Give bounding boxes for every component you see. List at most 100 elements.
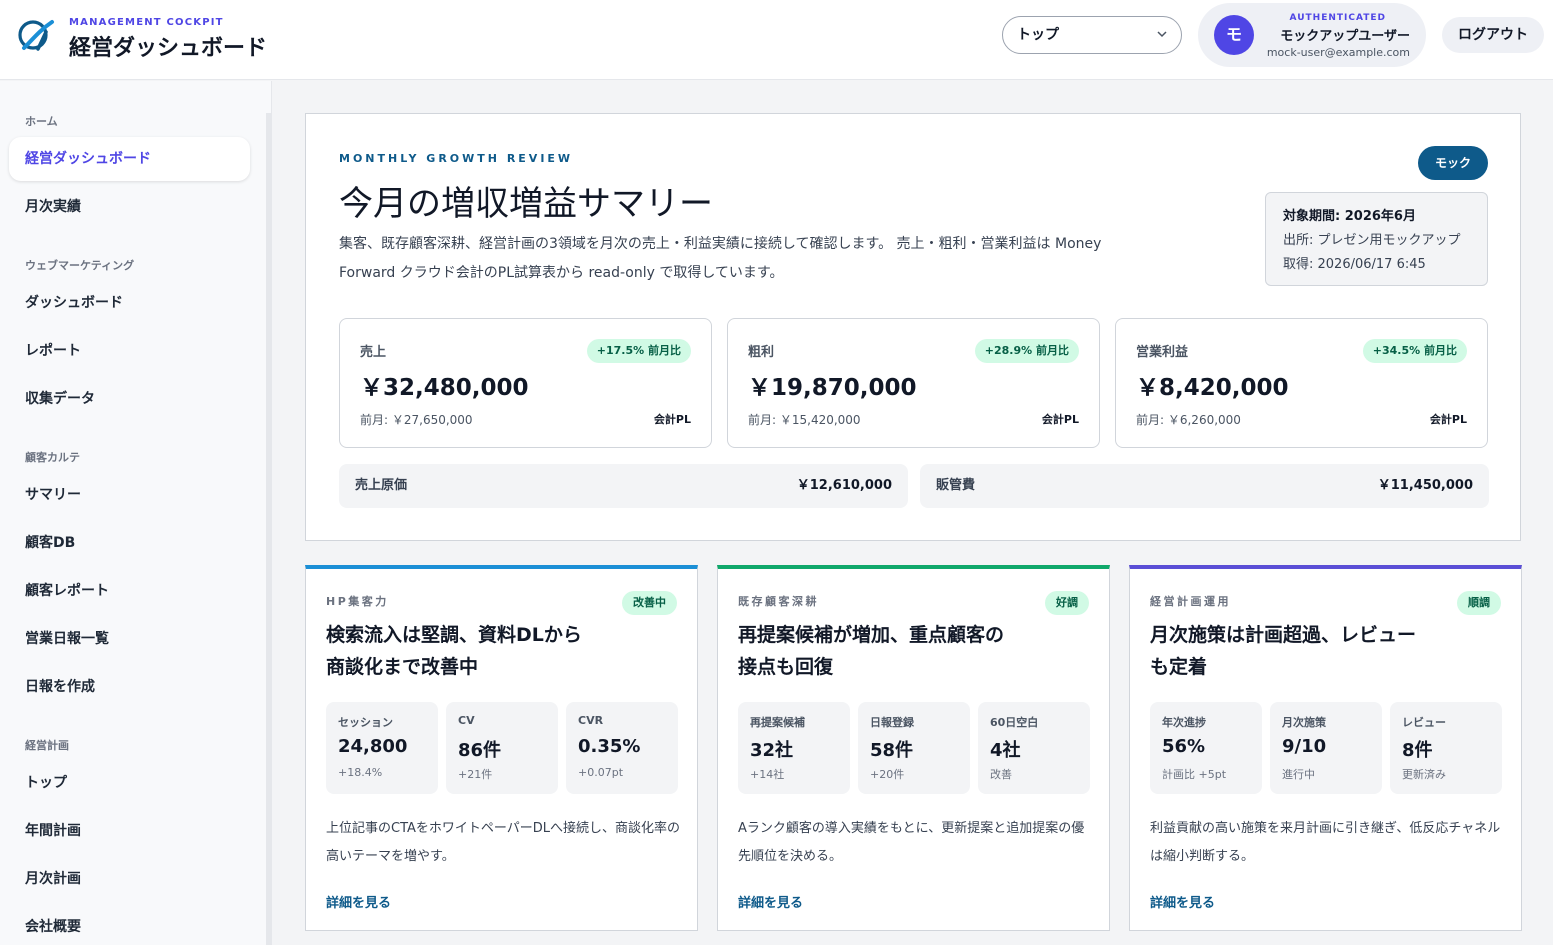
metric-note: 計画比 +5pt (1162, 768, 1227, 781)
page-select[interactable]: トップ (1002, 16, 1182, 54)
metric-label: CVR (578, 714, 604, 727)
metric-label: 再提案候補 (750, 716, 805, 729)
card-title-line: 検索流入は堅調、資料DLから (326, 624, 582, 646)
sidebar-item-dashboard[interactable]: ダッシュボード (9, 281, 250, 325)
sidebar-item-monthly-plan[interactable]: 月次計画 (9, 857, 250, 901)
metric-value: 9/10 (1282, 736, 1327, 757)
sidebar-item-plan-top[interactable]: トップ (9, 761, 250, 805)
card-title: 再提案候補が増加、重点顧客の 接点も回復 (738, 619, 1038, 683)
sidebar: ホーム 経営ダッシュボード 月次実績 ウェブマーケティング ダッシュボード レポ… (0, 81, 272, 945)
card-description: 利益貢献の高い施策を来月計画に引き継ぎ、低反応チャネルは縮小判断する。 (1150, 821, 1501, 864)
period-meta-box: 対象期間: 2026年6月 出所: プレゼン用モックアップ 取得: 2026/0… (1265, 192, 1488, 286)
brand-title: 経営ダッシュボード (69, 35, 268, 61)
kpi-value: ￥8,420,000 (1136, 375, 1289, 401)
page-title: 今月の増収増益サマリー (339, 184, 713, 224)
kpi-label: 営業利益 (1136, 345, 1189, 360)
cost-value: ￥11,450,000 (1377, 478, 1473, 493)
user-profile-card[interactable]: モ AUTHENTICATED モックアップユーザー mock-user@exa… (1198, 3, 1426, 67)
sidebar-item-summary[interactable]: サマリー (9, 473, 250, 517)
details-link[interactable]: 詳細を見る (1150, 892, 1215, 911)
details-link[interactable]: 詳細を見る (326, 892, 391, 911)
fetched-at: 取得: 2026/06/17 6:45 (1283, 257, 1426, 272)
sidebar-item-customer-report[interactable]: 顧客レポート (9, 569, 250, 613)
sidebar-scrollbar[interactable] (266, 113, 271, 945)
sidebar-item-report[interactable]: レポート (9, 329, 250, 373)
sidebar-item-create-daily-report[interactable]: 日報を作成 (9, 665, 250, 709)
auth-status-label: AUTHENTICATED (1289, 13, 1386, 23)
sidebar-item-annual-plan[interactable]: 年間計画 (9, 809, 250, 853)
metric-tile: 再提案候補 32社 +14社 (738, 702, 850, 794)
page-select-value: トップ (1017, 27, 1059, 43)
metric-note: +14社 (750, 768, 785, 781)
sidebar-item-management-dashboard[interactable]: 経営ダッシュボード (9, 137, 250, 181)
metric-value: 32社 (750, 740, 794, 761)
kpi-value: ￥19,870,000 (748, 375, 917, 401)
details-link[interactable]: 詳細を見る (738, 892, 803, 911)
kpi-label: 粗利 (748, 345, 775, 360)
kpi-value: ￥32,480,000 (360, 375, 529, 401)
card-description: 上位記事のCTAをホワイトペーパーDLへ接続し、商談化率の高いテーマを増やす。 (326, 821, 681, 864)
card-description: Aランク顧客の導入実績をもとに、更新提案と追加提案の優先順位を決める。 (738, 821, 1085, 864)
metric-label: 年次進捗 (1162, 716, 1206, 729)
metric-tile: CVR 0.35% +0.07pt (566, 702, 678, 794)
metric-note: +0.07pt (578, 766, 624, 779)
kpi-label: 売上 (360, 345, 387, 360)
brand-subtitle: MANAGEMENT COCKPIT (69, 17, 224, 28)
sidebar-item-company-overview[interactable]: 会社概要 (9, 905, 250, 945)
metric-note: 改善 (990, 768, 1012, 781)
metric-value: 0.35% (578, 736, 641, 757)
sidebar-item-monthly-results[interactable]: 月次実績 (9, 185, 250, 229)
sidebar-item-collected-data[interactable]: 収集データ (9, 377, 250, 421)
sidebar-item-customer-db[interactable]: 顧客DB (9, 521, 250, 565)
kpi-source: 会計PL (1429, 413, 1467, 426)
brand-logo-icon (18, 18, 56, 52)
metric-label: レビュー (1402, 716, 1446, 729)
monthly-summary-panel: MONTHLY GROWTH REVIEW 今月の増収増益サマリー 集客、既存顧… (305, 113, 1521, 541)
kpi-growth-badge: +17.5% 前月比 (586, 339, 691, 363)
sidebar-item-daily-report-list[interactable]: 営業日報一覧 (9, 617, 250, 661)
metric-value: 86件 (458, 740, 502, 761)
kpi-growth-badge: +28.9% 前月比 (974, 339, 1079, 363)
user-name: モックアップユーザー (1280, 29, 1410, 44)
metric-value: 56% (1162, 736, 1206, 757)
cost-label: 販管費 (936, 478, 976, 493)
kpi-source: 会計PL (653, 413, 691, 426)
metric-value: 24,800 (338, 736, 408, 757)
metric-note: 更新済み (1402, 768, 1446, 781)
mock-badge: モック (1418, 146, 1488, 180)
metric-tile: レビュー 8件 更新済み (1390, 702, 1502, 794)
data-source: 出所: プレゼン用モックアップ (1283, 233, 1461, 248)
sidebar-group-business-plan: 経営計画 (25, 739, 69, 752)
cost-label: 売上原価 (355, 478, 408, 493)
summary-eyebrow: MONTHLY GROWTH REVIEW (339, 152, 574, 165)
metric-label: CV (458, 714, 475, 727)
chevron-down-icon (1157, 17, 1167, 67)
card-eyebrow: 経営計画運用 (1150, 595, 1231, 608)
card-title: 月次施策は計画超過、レビュー も定着 (1150, 619, 1450, 683)
status-badge: 順調 (1457, 591, 1501, 615)
card-title-line: 商談化まで改善中 (326, 656, 479, 678)
logout-button[interactable]: ログアウト (1442, 17, 1544, 53)
cost-value: ￥12,610,000 (796, 478, 892, 493)
metric-tile: 月次施策 9/10 進行中 (1270, 702, 1382, 794)
kpi-growth-badge: +34.5% 前月比 (1362, 339, 1467, 363)
card-title-line: 接点も回復 (738, 656, 834, 678)
sidebar-group-home: ホーム (25, 115, 58, 128)
metric-value: 4社 (990, 740, 1021, 761)
metric-label: 60日空白 (990, 716, 1039, 729)
metric-note: +21件 (458, 768, 493, 781)
cost-row-cogs: 売上原価 ￥12,610,000 (339, 464, 908, 508)
card-title-line: も定着 (1150, 656, 1208, 678)
user-email: mock-user@example.com (1266, 46, 1410, 59)
metric-value: 8件 (1402, 740, 1433, 761)
kpi-card-gross-profit: 粗利 +28.9% 前月比 ￥19,870,000 前月: ￥15,420,00… (727, 318, 1100, 448)
summary-description: 集客、既存顧客深耕、経営計画の3領域を月次の売上・利益実績に接続して確認します。… (339, 236, 1102, 281)
metric-tile: CV 86件 +21件 (446, 702, 558, 794)
metric-tile: 年次進捗 56% 計画比 +5pt (1150, 702, 1262, 794)
focus-card-customer-deepening: 既存顧客深耕 好調 再提案候補が増加、重点顧客の 接点も回復 再提案候補 32社… (717, 565, 1110, 931)
top-header: MANAGEMENT COCKPIT 経営ダッシュボード トップ モ AUTHE… (0, 0, 1553, 80)
kpi-card-sales: 売上 +17.5% 前月比 ￥32,480,000 前月: ￥27,650,00… (339, 318, 712, 448)
metric-value: 58件 (870, 740, 914, 761)
metric-tile: セッション 24,800 +18.4% (326, 702, 438, 794)
card-title-line: 再提案候補が増加、重点顧客の (738, 624, 1005, 646)
